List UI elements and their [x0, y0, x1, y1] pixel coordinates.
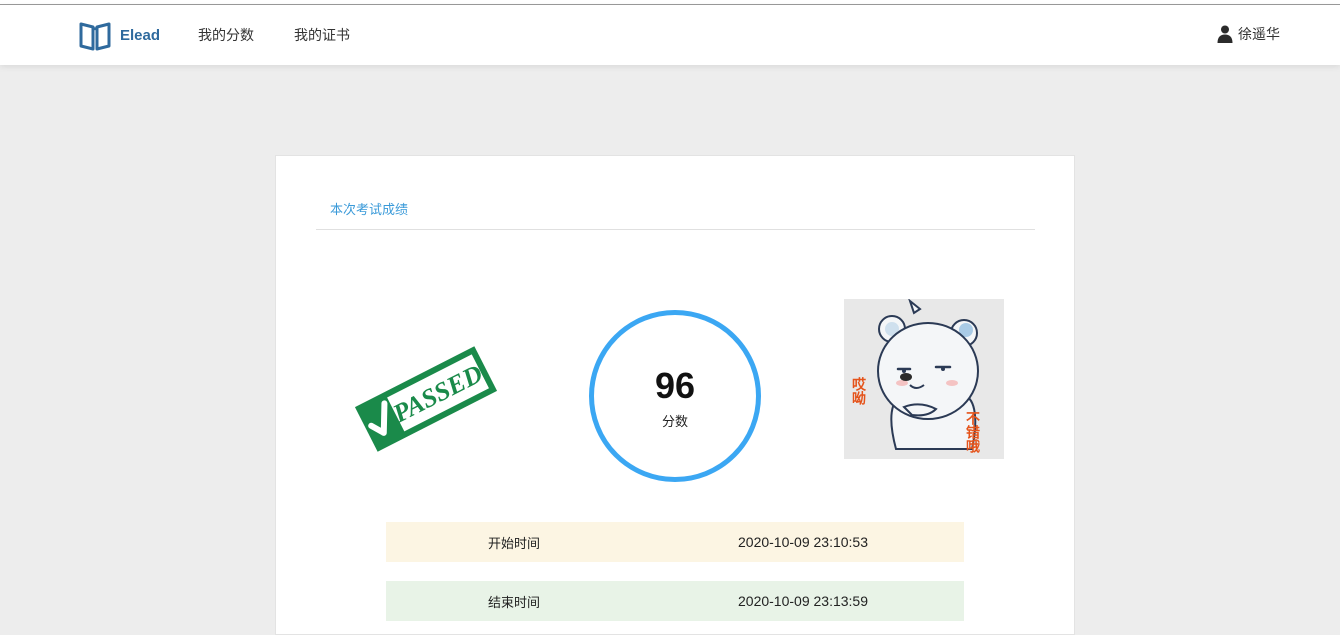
start-time-row: 开始时间 2020-10-09 23:10:53	[386, 522, 964, 562]
bear-sticker-image: 哎呦 不错哦	[844, 299, 1004, 459]
nav-my-scores[interactable]: 我的分数	[198, 25, 254, 45]
passed-stamp-image: PASSED	[354, 346, 498, 452]
user-name: 徐遥华	[1238, 27, 1280, 43]
brand-logo[interactable]: Elead	[78, 17, 160, 53]
user-icon	[1217, 25, 1233, 43]
top-navbar: Elead 我的分数 我的证书 徐遥华	[0, 5, 1340, 65]
end-time-value: 2020-10-09 23:13:59	[738, 593, 868, 609]
card-title: 本次考试成绩	[330, 203, 409, 218]
score-ring: 96 分数	[589, 310, 761, 482]
end-time-row: 结束时间 2020-10-09 23:13:59	[386, 581, 964, 621]
sticker-text-left: 哎呦	[850, 377, 866, 406]
user-menu[interactable]: 徐遥华	[1217, 24, 1280, 44]
open-book-icon	[79, 22, 111, 51]
start-time-label: 开始时间	[487, 536, 540, 552]
nav-my-certificates[interactable]: 我的证书	[294, 25, 350, 45]
card-divider	[316, 229, 1035, 230]
sticker-text-right: 不错哦	[964, 411, 980, 454]
exam-result-card: 本次考试成绩 PASSED 96 分数 哎呦 不错哦 开始时间 2020-10-…	[275, 155, 1075, 635]
brand-name: Elead	[120, 26, 161, 44]
score-value: 96	[654, 365, 696, 406]
start-time-value: 2020-10-09 23:10:53	[738, 534, 868, 550]
score-label: 分数	[661, 415, 688, 430]
end-time-label: 结束时间	[487, 595, 540, 611]
